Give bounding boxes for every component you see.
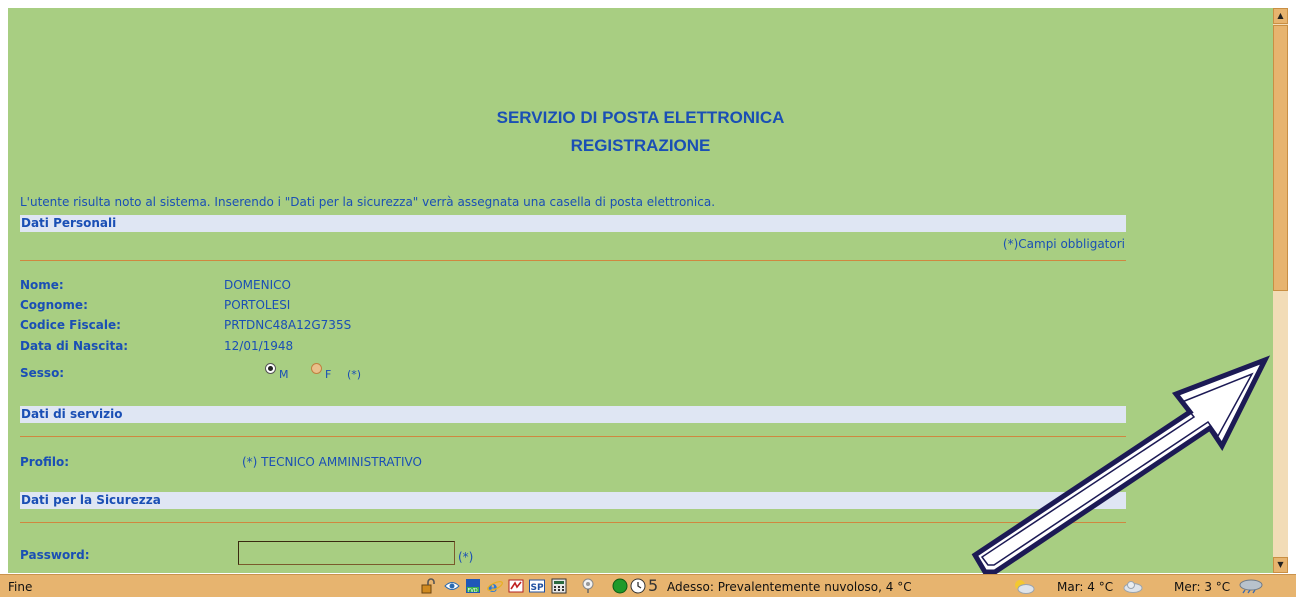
sesso-m-label: M <box>279 368 289 381</box>
password-input[interactable] <box>238 541 455 565</box>
weather-now: Adesso: Prevalentemente nuvoloso, 4 °C <box>667 580 912 594</box>
divider <box>20 260 1126 261</box>
clock-icon[interactable] <box>630 578 646 594</box>
partly-cloudy-icon <box>1013 578 1035 594</box>
green-dot-icon[interactable] <box>612 578 628 594</box>
browser-window: SERVIZIO DI POSTA ELETTRONICA REGISTRAZI… <box>0 0 1296 597</box>
status-bar: Fine FVD e SP 5 Adesso: Prevalentemente … <box>0 574 1296 597</box>
profilo-label: Profilo: <box>20 455 70 469</box>
window-edge <box>1288 0 1296 597</box>
sesso-label: Sesso: <box>20 366 65 380</box>
tray-count: 5 <box>648 576 659 595</box>
cloud-icon <box>1122 578 1144 593</box>
scrollbar-thumb[interactable] <box>1273 25 1288 291</box>
sesso-f-radio[interactable] <box>311 363 322 374</box>
sesso-required-mark: (*) <box>347 368 362 381</box>
sesso-m-radio[interactable] <box>265 363 276 374</box>
svg-text:FVD: FVD <box>468 588 478 594</box>
password-label: Password: <box>20 548 90 562</box>
profilo-value: (*) TECNICO AMMINISTRATIVO <box>242 455 422 469</box>
eye-icon[interactable] <box>444 578 460 593</box>
sp-icon[interactable]: SP <box>529 578 545 593</box>
nome-label: Nome: <box>20 278 64 292</box>
annotation-arrow <box>971 355 1271 575</box>
scroll-up-button[interactable]: ▲ <box>1273 8 1288 24</box>
fvd-icon[interactable]: FVD <box>465 578 480 594</box>
page-subtitle: REGISTRAZIONE <box>570 136 711 155</box>
weather-tuesday: Mar: 4 °C <box>1057 580 1114 594</box>
cognome-label: Cognome: <box>20 298 88 312</box>
lock-icon[interactable] <box>420 578 435 594</box>
reader-icon[interactable] <box>508 578 524 593</box>
calculator-icon[interactable] <box>551 578 567 594</box>
status-text: Fine <box>8 580 33 594</box>
ie-icon[interactable]: e <box>487 578 503 596</box>
sesso-f-label: F <box>325 368 332 381</box>
section-dati-personali: Dati Personali <box>20 215 1126 232</box>
password-required-mark: (*) <box>458 550 474 564</box>
intro-text: L'utente risulta noto al sistema. Insere… <box>20 195 716 209</box>
required-fields-note: (*)Campi obbligatori <box>1002 237 1125 251</box>
codice-fiscale-value: PRTDNC48A12G735S <box>224 318 352 332</box>
data-nascita-value: 12/01/1948 <box>224 339 294 353</box>
data-nascita-label: Data di Nascita: <box>20 339 129 353</box>
pin-icon[interactable] <box>580 578 595 593</box>
svg-text:SP: SP <box>531 583 544 593</box>
page-title: SERVIZIO DI POSTA ELETTRONICA <box>496 108 785 127</box>
weather-wednesday: Mer: 3 °C <box>1174 580 1231 594</box>
cognome-value: PORTOLESI <box>224 298 291 312</box>
nome-value: DOMENICO <box>224 278 291 292</box>
codice-fiscale-label: Codice Fiscale: <box>20 318 121 332</box>
rain-cloud-icon <box>1238 578 1264 594</box>
